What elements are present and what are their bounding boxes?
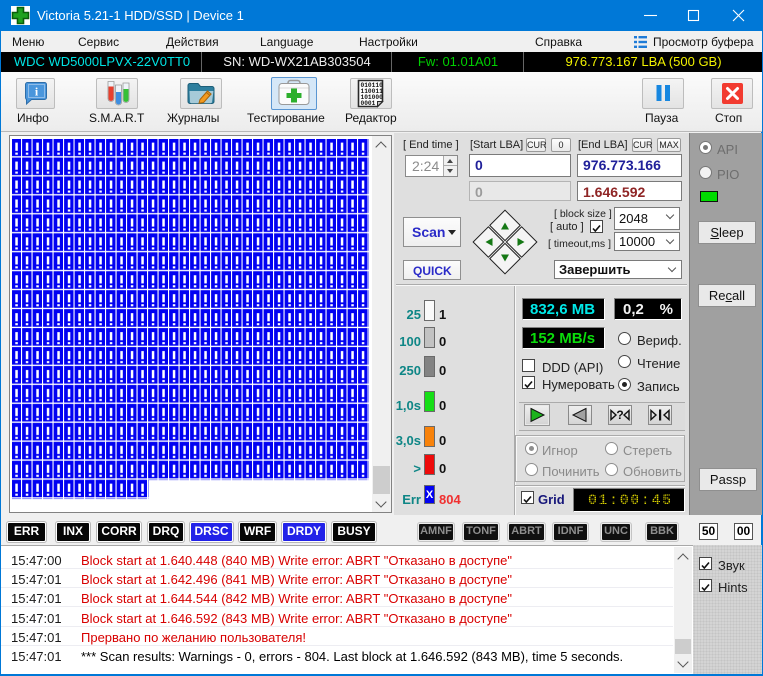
svg-text:0001: 0001 xyxy=(361,100,376,107)
svg-text:?: ? xyxy=(616,408,623,422)
